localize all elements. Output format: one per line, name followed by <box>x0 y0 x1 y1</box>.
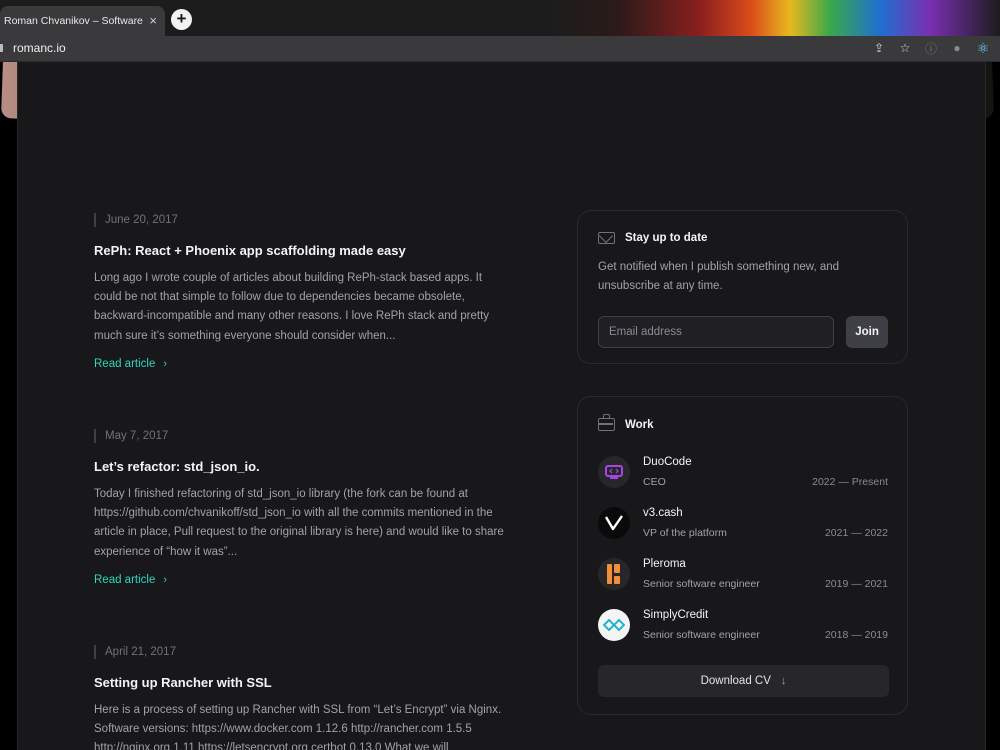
read-article-label: Read article <box>94 573 156 586</box>
job-dates: 2018 — 2019 <box>824 629 888 641</box>
tab-title: Roman Chvanikov – Software e <box>4 15 144 27</box>
read-article-link[interactable]: Read article › <box>94 358 167 370</box>
v3cash-logo-icon <box>598 506 630 539</box>
newsletter-title: Stay up to date <box>625 232 708 244</box>
duocode-logo-icon <box>598 455 630 488</box>
react-devtools-icon[interactable]: ⚛ <box>976 40 990 56</box>
bookmark-star-icon[interactable]: ☆ <box>898 41 912 55</box>
briefcase-icon <box>598 414 615 431</box>
simplycredit-logo-icon <box>598 608 630 641</box>
job-item: SimplyCredit Senior software engineer 20… <box>598 606 888 643</box>
share-icon[interactable]: ⇪ <box>872 41 886 55</box>
work-card: Work DuoCode CEO 2022 — Present v3.cash … <box>577 396 908 715</box>
extension-icon[interactable]: ● <box>950 41 964 55</box>
job-item: Pleroma Senior software engineer 2019 — … <box>598 555 888 592</box>
work-header: Work <box>598 414 888 431</box>
page: June 20, 2017 RePh: React + Phoenix app … <box>0 62 1000 750</box>
newsletter-header: Stay up to date <box>598 232 888 244</box>
read-article-link[interactable]: Read article › <box>94 574 167 586</box>
article-card: April 21, 2017 Setting up Rancher with S… <box>94 645 514 750</box>
download-cv-label: Download CV <box>700 675 771 687</box>
article-date: April 21, 2017 <box>94 645 514 659</box>
job-company: DuoCode <box>643 455 692 468</box>
address-bar: romanc.io ⇪ ☆ ⓘ ● ⚛ <box>0 36 1000 62</box>
new-tab-button[interactable]: + <box>171 9 192 30</box>
browser-tab-bar: Roman Chvanikov – Software e × + <box>0 0 1000 36</box>
newsletter-form: Join <box>598 316 888 348</box>
job-company: SimplyCredit <box>643 608 709 621</box>
pleroma-logo-icon <box>598 557 630 590</box>
job-company: Pleroma <box>643 557 686 570</box>
chevron-right-icon: › <box>163 357 168 370</box>
article-excerpt: Today I finished refactoring of std_json… <box>94 488 504 558</box>
article-card: May 7, 2017 Let’s refactor: std_json_io.… <box>94 429 514 588</box>
article-card: June 20, 2017 RePh: React + Phoenix app … <box>94 213 514 372</box>
article-excerpt: Here is a process of setting up Rancher … <box>94 704 502 750</box>
work-title: Work <box>625 418 654 431</box>
info-icon[interactable]: ⓘ <box>924 41 938 56</box>
join-button[interactable]: Join <box>846 316 888 348</box>
job-company: v3.cash <box>643 506 683 519</box>
newsletter-card: Stay up to date Get notified when I publ… <box>577 210 908 364</box>
read-article-label: Read article <box>94 357 156 370</box>
job-dates: 2021 — 2022 <box>824 527 888 539</box>
article-excerpt: Long ago I wrote couple of articles abou… <box>94 272 490 342</box>
job-dates: 2019 — 2021 <box>824 578 888 590</box>
download-cv-button[interactable]: Download CV ↓ <box>598 665 889 697</box>
article-date: June 20, 2017 <box>94 213 514 227</box>
article-date: May 7, 2017 <box>94 429 514 443</box>
job-dates: 2022 — Present <box>812 476 888 488</box>
tab-close-icon[interactable]: × <box>149 13 157 28</box>
job-item: v3.cash VP of the platform 2021 — 2022 <box>598 504 888 541</box>
newsletter-description: Get notified when I publish something ne… <box>598 261 840 292</box>
email-address-input[interactable] <box>598 316 835 348</box>
url-field[interactable]: romanc.io <box>13 41 66 55</box>
arrow-down-icon: ↓ <box>780 675 787 687</box>
browser-actions: ⇪ ☆ ⓘ ● ⚛ <box>872 40 990 56</box>
browser-tab[interactable]: Roman Chvanikov – Software e × <box>0 6 165 36</box>
article-title[interactable]: Let’s refactor: std_json_io. <box>94 459 514 475</box>
lock-icon[interactable] <box>0 44 3 52</box>
article-title[interactable]: RePh: React + Phoenix app scaffolding ma… <box>94 243 514 259</box>
article-title[interactable]: Setting up Rancher with SSL <box>94 675 514 691</box>
mail-icon <box>598 232 615 244</box>
chevron-right-icon: › <box>163 573 168 586</box>
job-item: DuoCode CEO 2022 — Present <box>598 453 888 490</box>
